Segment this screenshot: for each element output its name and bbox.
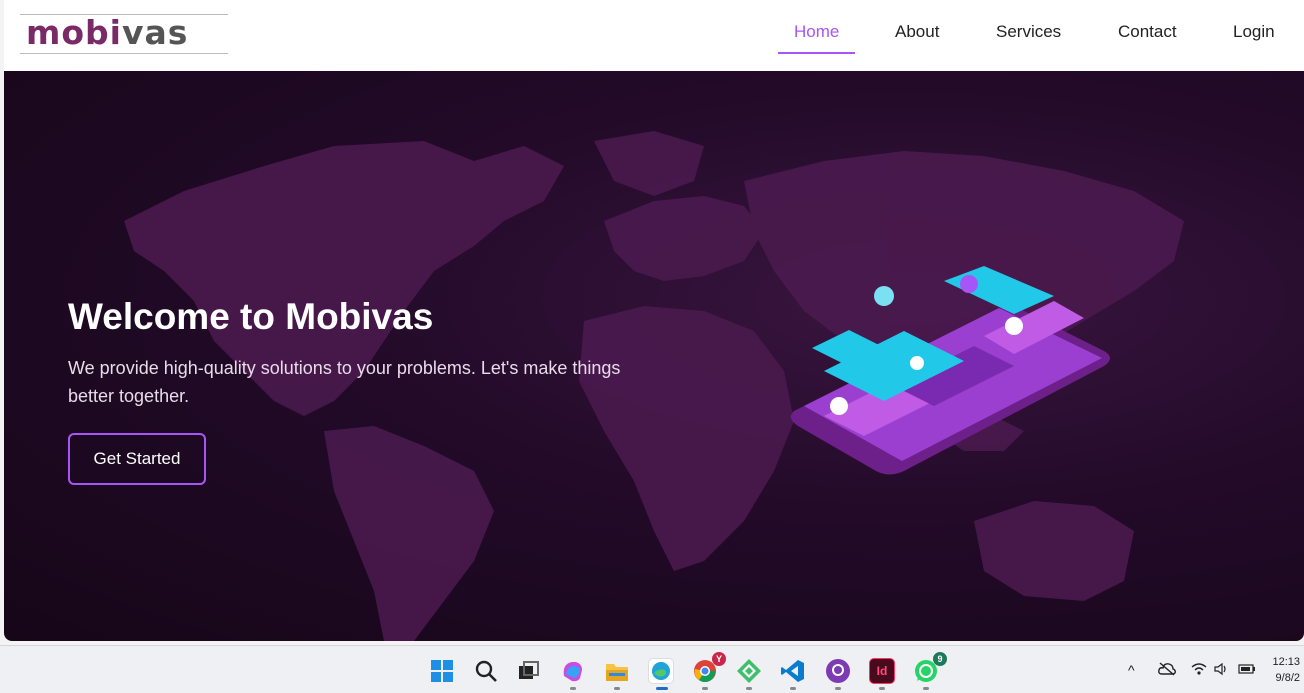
hero-subtitle: We provide high-quality solutions to you… [68, 358, 621, 406]
indesign-label: Id [876, 664, 888, 678]
phone-chat-illustration [790, 266, 1110, 475]
nav-contact[interactable]: Contact [1118, 22, 1177, 54]
clock-date: 9/8/2 [1275, 672, 1300, 684]
nav-services[interactable]: Services [996, 22, 1061, 54]
clock-time: 12:13 [1272, 656, 1300, 668]
edge-active-indicator [656, 687, 668, 690]
indesign-icon[interactable]: Id [869, 658, 895, 684]
whatsapp-running-indicator [923, 687, 929, 690]
copilot-icon[interactable] [560, 658, 586, 684]
vscode-running-indicator [790, 687, 796, 690]
windows-taskbar: Y Id 9 ^ 12:13 9/8/2 [0, 645, 1304, 693]
github-running-indicator [835, 687, 841, 690]
task-view-icon[interactable] [515, 658, 541, 684]
nav-login[interactable]: Login [1233, 22, 1275, 54]
volume-icon[interactable] [1214, 662, 1230, 679]
hero-section: Welcome to Mobivas We provide high-quali… [4, 71, 1304, 641]
whatsapp-icon[interactable]: 9 [913, 652, 947, 684]
indesign-running-indicator [879, 687, 885, 690]
logo-text: mobivas [26, 13, 189, 52]
app-running-indicator [746, 687, 752, 690]
wifi-icon[interactable] [1191, 662, 1207, 679]
browser-viewport: mobivas Home About Services Contact Logi… [4, 0, 1304, 641]
battery-icon[interactable] [1238, 662, 1256, 678]
copilot-running-indicator [570, 687, 576, 690]
whatsapp-unread-badge: 9 [933, 652, 947, 666]
chrome-icon[interactable]: Y [692, 652, 726, 684]
file-explorer-icon[interactable] [604, 658, 630, 684]
system-clock[interactable]: 12:13 9/8/2 [1272, 654, 1300, 686]
hero-title: Welcome to Mobivas [68, 296, 434, 337]
vscode-icon[interactable] [780, 658, 806, 684]
github-icon[interactable] [825, 658, 851, 684]
cloud-sync-icon[interactable] [1158, 662, 1176, 679]
edge-icon[interactable] [648, 658, 674, 684]
app-icon[interactable] [736, 658, 762, 684]
windows-start-icon[interactable] [429, 658, 455, 684]
chrome-profile-badge: Y [712, 652, 726, 666]
get-started-button[interactable]: Get Started [68, 433, 206, 485]
brand-logo[interactable]: mobivas [20, 13, 228, 54]
explorer-running-indicator [614, 687, 620, 690]
chevron-up-icon[interactable]: ^ [1128, 662, 1135, 678]
chrome-running-indicator [702, 687, 708, 690]
nav-about[interactable]: About [895, 22, 939, 54]
site-header: mobivas Home About Services Contact Logi… [4, 0, 1304, 71]
search-icon[interactable] [473, 658, 499, 684]
nav-home[interactable]: Home [778, 22, 856, 54]
